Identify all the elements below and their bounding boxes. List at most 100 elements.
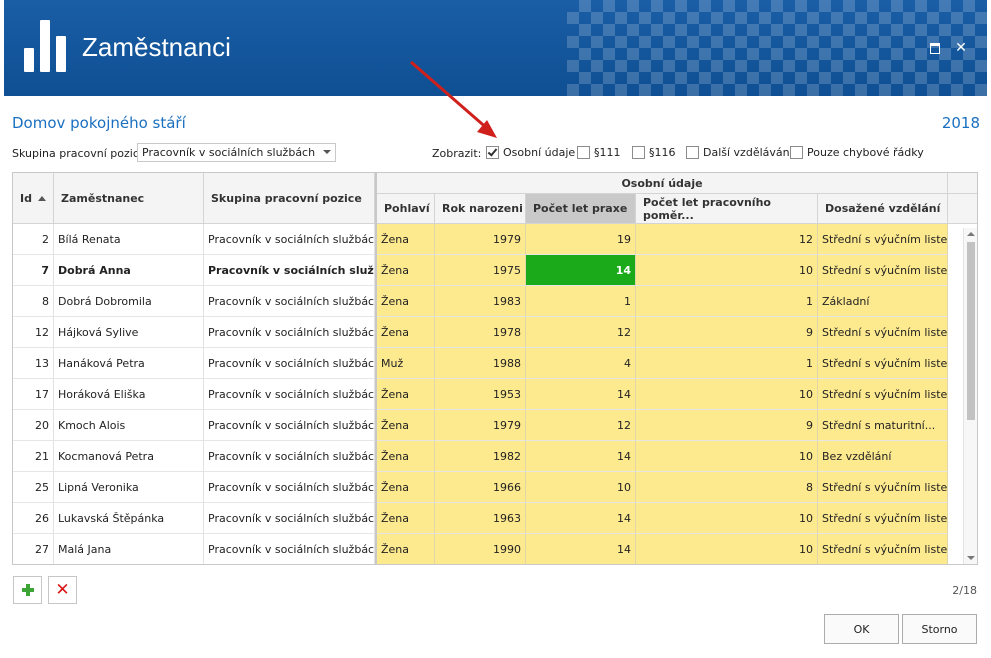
- cell-education[interactable]: Střední s výučním listem: [818, 503, 948, 534]
- cell-name[interactable]: Malá Jana: [54, 534, 204, 564]
- cell-id[interactable]: 12: [13, 317, 54, 348]
- cell-education[interactable]: Střední s maturitní...: [818, 410, 948, 441]
- cell-id[interactable]: 17: [13, 379, 54, 410]
- cell-birth[interactable]: 1990: [435, 534, 526, 564]
- cell-birth[interactable]: 1988: [435, 348, 526, 379]
- cell-education[interactable]: Základní: [818, 286, 948, 317]
- cell-gender[interactable]: Muž: [377, 348, 435, 379]
- column-header-birth-year[interactable]: Rok narozeni: [435, 194, 526, 224]
- cell-id[interactable]: 7: [13, 255, 54, 286]
- cell-id[interactable]: 13: [13, 348, 54, 379]
- cell-employment[interactable]: 10: [636, 255, 818, 286]
- cell-gender[interactable]: Žena: [377, 224, 435, 255]
- cell-birth[interactable]: 1979: [435, 224, 526, 255]
- column-header-id[interactable]: Id: [13, 173, 54, 224]
- cell-id[interactable]: 27: [13, 534, 54, 564]
- column-header-employment-years[interactable]: Počet let pracovního poměr...: [636, 194, 818, 224]
- cell-employment[interactable]: 8: [636, 472, 818, 503]
- checkbox-paragraf-111[interactable]: §111: [577, 146, 621, 159]
- cancel-button[interactable]: Storno: [902, 614, 977, 644]
- cell-gender[interactable]: Žena: [377, 534, 435, 564]
- cell-id[interactable]: 8: [13, 286, 54, 317]
- cell-name[interactable]: Bílá Renata: [54, 224, 204, 255]
- cell-id[interactable]: 26: [13, 503, 54, 534]
- cell-employment[interactable]: 9: [636, 410, 818, 441]
- delete-row-button[interactable]: ✕: [48, 576, 77, 604]
- cell-education[interactable]: Střední s výučním listem: [818, 255, 948, 286]
- cell-gender[interactable]: Žena: [377, 472, 435, 503]
- column-header-education[interactable]: Dosažené vzdělání: [818, 194, 948, 224]
- cell-name[interactable]: Dobrá Dobromila: [54, 286, 204, 317]
- cell-birth[interactable]: 1953: [435, 379, 526, 410]
- cell-birth[interactable]: 1975: [435, 255, 526, 286]
- cell-practice[interactable]: 14: [526, 534, 636, 564]
- checkbox-pouze-chybove-radky[interactable]: Pouze chybové řádky: [790, 146, 924, 159]
- cell-name[interactable]: Horáková Eliška: [54, 379, 204, 410]
- checkbox-box[interactable]: [577, 146, 590, 159]
- cell-employment[interactable]: 10: [636, 503, 818, 534]
- add-row-button[interactable]: [13, 576, 42, 604]
- scroll-down-icon[interactable]: [967, 556, 975, 560]
- cell-birth[interactable]: 1966: [435, 472, 526, 503]
- ok-button[interactable]: OK: [824, 614, 899, 644]
- cell-id[interactable]: 25: [13, 472, 54, 503]
- cell-education[interactable]: Střední s výučním listem: [818, 317, 948, 348]
- cell-practice[interactable]: 1: [526, 286, 636, 317]
- cell-group[interactable]: Pracovník v sociálních službách: [204, 503, 375, 534]
- cell-employment[interactable]: 10: [636, 441, 818, 472]
- cell-birth[interactable]: 1983: [435, 286, 526, 317]
- cell-id[interactable]: 21: [13, 441, 54, 472]
- scroll-thumb[interactable]: [967, 242, 975, 420]
- column-header-group[interactable]: Skupina pracovní pozice: [204, 173, 375, 224]
- cell-practice[interactable]: 4: [526, 348, 636, 379]
- cell-group[interactable]: Pracovník v sociálních službách: [204, 379, 375, 410]
- cell-practice[interactable]: 12: [526, 410, 636, 441]
- cell-education[interactable]: Střední s výučním listem: [818, 348, 948, 379]
- group-filter-select[interactable]: Pracovník v sociálních službách: [137, 143, 336, 162]
- maximize-icon[interactable]: [927, 40, 943, 56]
- cell-employment[interactable]: 10: [636, 379, 818, 410]
- cell-group[interactable]: Pracovník v sociálních službách: [204, 317, 375, 348]
- cell-birth[interactable]: 1982: [435, 441, 526, 472]
- cell-employment[interactable]: 1: [636, 286, 818, 317]
- cell-gender[interactable]: Žena: [377, 379, 435, 410]
- checkbox-paragraf-116[interactable]: §116: [632, 146, 676, 159]
- cell-name[interactable]: Hanáková Petra: [54, 348, 204, 379]
- cell-group[interactable]: Pracovník v sociálních službách: [204, 348, 375, 379]
- cell-gender[interactable]: Žena: [377, 441, 435, 472]
- cell-employment[interactable]: 9: [636, 317, 818, 348]
- cell-practice[interactable]: 19: [526, 224, 636, 255]
- cell-id[interactable]: 2: [13, 224, 54, 255]
- cell-gender[interactable]: Žena: [377, 255, 435, 286]
- cell-group[interactable]: Pracovník v sociálních službách: [204, 224, 375, 255]
- cell-gender[interactable]: Žena: [377, 317, 435, 348]
- cell-education[interactable]: Střední s výučním listem: [818, 472, 948, 503]
- cell-group[interactable]: Pracovník v sociálních službách: [204, 441, 375, 472]
- cell-gender[interactable]: Žena: [377, 503, 435, 534]
- checkbox-osobni-udaje[interactable]: Osobní údaje: [486, 146, 575, 159]
- cell-name[interactable]: Hájková Sylive: [54, 317, 204, 348]
- cell-birth[interactable]: 1978: [435, 317, 526, 348]
- cell-education[interactable]: Střední s výučním listem: [818, 224, 948, 255]
- cell-education[interactable]: Střední s výučním listem: [818, 534, 948, 564]
- cell-birth[interactable]: 1963: [435, 503, 526, 534]
- cell-gender[interactable]: Žena: [377, 286, 435, 317]
- column-header-employee[interactable]: Zaměstnanec: [54, 173, 204, 224]
- cell-name[interactable]: Lukavská Štěpánka: [54, 503, 204, 534]
- cell-practice[interactable]: 12: [526, 317, 636, 348]
- cell-group[interactable]: Pracovník v sociálních službách: [204, 534, 375, 564]
- cell-practice[interactable]: 14: [526, 503, 636, 534]
- cell-employment[interactable]: 1: [636, 348, 818, 379]
- scroll-up-icon[interactable]: [967, 232, 975, 236]
- cell-name[interactable]: Lipná Veronika: [54, 472, 204, 503]
- column-header-gender[interactable]: Pohlaví: [377, 194, 435, 224]
- cell-id[interactable]: 20: [13, 410, 54, 441]
- cell-education[interactable]: Bez vzdělání: [818, 441, 948, 472]
- column-header-practice-years[interactable]: Počet let praxe: [526, 194, 636, 224]
- cell-name[interactable]: Kocmanová Petra: [54, 441, 204, 472]
- checkbox-box[interactable]: [486, 146, 499, 159]
- cell-group[interactable]: Pracovník v sociálních službách: [204, 255, 375, 286]
- checkbox-box[interactable]: [790, 146, 803, 159]
- cell-group[interactable]: Pracovník v sociálních službách: [204, 286, 375, 317]
- checkbox-dalsi-vzdelavani[interactable]: Další vzdělávání: [686, 146, 793, 159]
